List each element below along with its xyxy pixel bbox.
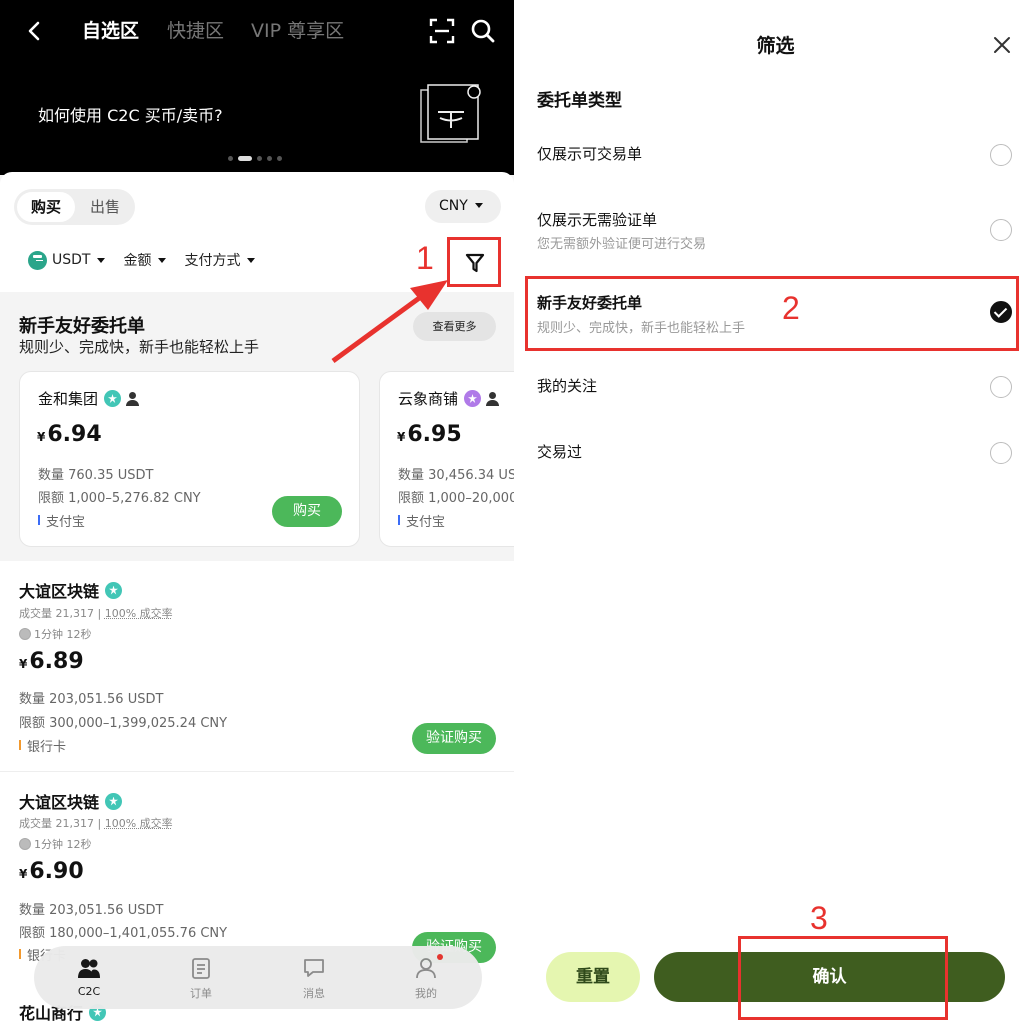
price: ¥6.94 — [37, 422, 102, 447]
clock-icon — [19, 628, 31, 640]
search-icon[interactable] — [470, 17, 496, 45]
option-following[interactable]: 我的关注 — [537, 375, 597, 396]
quantity: 数量 203,051.56 USDT — [19, 692, 164, 707]
option-tradable-only[interactable]: 仅展示可交易单 — [537, 143, 642, 164]
radio-tradable-only[interactable] — [990, 144, 1012, 166]
merchant-name[interactable]: 大谊区块链 — [19, 789, 123, 813]
clipboard-icon — [192, 958, 210, 979]
filter-sheet-header: 购买 出售 CNY USDT 金额 支付方式 — [0, 172, 514, 292]
verified-badge-icon — [105, 792, 123, 810]
c2c-market-screen: 自选区 快捷区 VIP 尊享区 如何使用 C2C 买币/卖币? 购买 出售 CN… — [0, 0, 514, 1027]
verified-badge-icon — [464, 390, 482, 407]
bottom-nav: C2C 订单 消息 我的 — [34, 946, 482, 1009]
payment-method: 支付宝 — [38, 511, 85, 530]
scan-icon[interactable] — [428, 17, 456, 45]
option-no-verify-desc: 您无需额外验证便可进行交易 — [537, 237, 707, 252]
limit: 限额 180,000–1,401,055.76 CNY — [19, 926, 228, 941]
chevron-down-icon — [97, 257, 106, 263]
chevron-down-icon — [247, 257, 256, 263]
limit: 限额 1,000–20,000 — [398, 491, 514, 506]
buy-tab[interactable]: 购买 — [17, 192, 75, 222]
tab-express[interactable]: 快捷区 — [167, 18, 224, 44]
price: ¥6.95 — [397, 422, 462, 447]
close-icon[interactable] — [991, 34, 1013, 56]
radio-traded-before[interactable] — [990, 442, 1012, 464]
newbie-card[interactable]: 金和集团 ¥6.94 数量 760.35 USDT 限额 1,000–5,276… — [19, 371, 360, 547]
merchant-name[interactable]: 大谊区块链 — [19, 578, 123, 602]
radio-no-verify[interactable] — [990, 219, 1012, 241]
user-icon — [126, 391, 140, 406]
limit: 限额 300,000–1,399,025.24 CNY — [19, 716, 228, 731]
tether-coin-icon — [420, 84, 481, 143]
price: ¥6.89 — [19, 649, 84, 674]
back-arrow-icon[interactable] — [22, 18, 46, 44]
quantity: 数量 30,456.34 USDT — [398, 468, 514, 483]
annotation-box-2 — [525, 276, 1019, 351]
carousel-dots[interactable] — [228, 156, 282, 161]
payment-method: 支付宝 — [398, 511, 445, 530]
nav-orders[interactable]: 订单 — [161, 946, 241, 1009]
trade-stats: 成交量 21,317 | 100% 成交率 — [19, 817, 173, 830]
newbie-section-title: 新手友好委托单 — [19, 316, 145, 337]
filter-row: USDT 金额 支付方式 — [28, 250, 273, 270]
verified-badge-icon — [104, 390, 122, 407]
release-time: 1分钟 12秒 — [19, 836, 92, 852]
verify-buy-button[interactable]: 验证购买 — [412, 723, 496, 754]
annotation-label-3: 3 — [810, 900, 828, 936]
annotation-label-1: 1 — [416, 240, 434, 276]
amount-filter[interactable]: 金额 — [123, 250, 167, 270]
radio-following[interactable] — [990, 376, 1012, 398]
option-no-verify[interactable]: 仅展示无需验证单 — [537, 209, 657, 230]
newbie-card[interactable]: 云象商铺 ¥6.95 数量 30,456.34 USDT 限额 1,000–20… — [379, 371, 514, 547]
user-icon — [486, 391, 500, 406]
coin-filter[interactable]: USDT — [28, 250, 106, 270]
users-icon — [78, 959, 100, 978]
annotation-label-2: 2 — [782, 290, 800, 326]
price: ¥6.90 — [19, 859, 84, 884]
filter-panel: 筛选 委托单类型 仅展示可交易单 仅展示无需验证单 您无需额外验证便可进行交易 … — [518, 0, 1033, 1027]
user-profile-icon — [416, 958, 436, 979]
merchant-name: 云象商铺 — [398, 388, 500, 409]
banner-text[interactable]: 如何使用 C2C 买币/卖币? — [38, 102, 223, 126]
tab-vip[interactable]: VIP 尊享区 — [251, 18, 344, 44]
sell-tab[interactable]: 出售 — [79, 192, 131, 222]
limit: 限额 1,000–5,276.82 CNY — [38, 491, 201, 506]
nav-c2c[interactable]: C2C — [49, 946, 129, 1009]
payment-filter[interactable]: 支付方式 — [184, 250, 256, 270]
section-title: 委托单类型 — [537, 91, 622, 111]
newbie-section-subtitle: 规则少、完成快，新手也能轻松上手 — [19, 338, 260, 356]
usdt-icon — [28, 250, 47, 270]
nav-profile[interactable]: 我的 — [386, 946, 466, 1009]
clock-icon — [19, 838, 31, 850]
buy-button[interactable]: 购买 — [272, 496, 342, 527]
release-time: 1分钟 12秒 — [19, 626, 92, 642]
payment-method: 银行卡 — [19, 736, 66, 755]
annotation-box-3 — [738, 936, 948, 1020]
quantity: 数量 760.35 USDT — [38, 468, 154, 483]
verified-badge-icon — [105, 581, 123, 599]
annotation-arrow — [331, 280, 448, 364]
chat-icon — [304, 959, 324, 977]
nav-messages[interactable]: 消息 — [274, 946, 354, 1009]
annotation-box-1 — [447, 237, 501, 287]
top-bar: 自选区 快捷区 VIP 尊享区 如何使用 C2C 买币/卖币? — [0, 0, 514, 175]
panel-title: 筛选 — [756, 35, 795, 57]
currency-select[interactable]: CNY — [425, 190, 501, 223]
trade-stats: 成交量 21,317 | 100% 成交率 — [19, 607, 173, 620]
option-traded-before[interactable]: 交易过 — [537, 441, 582, 462]
chevron-down-icon — [474, 203, 483, 208]
tab-favorites[interactable]: 自选区 — [82, 18, 139, 44]
buy-sell-toggle[interactable]: 购买 出售 — [14, 189, 135, 225]
merchant-name: 金和集团 — [38, 388, 140, 409]
notification-dot — [437, 954, 443, 960]
chevron-down-icon — [158, 257, 167, 263]
reset-button[interactable]: 重置 — [546, 952, 640, 1002]
quantity: 数量 203,051.56 USDT — [19, 903, 164, 918]
